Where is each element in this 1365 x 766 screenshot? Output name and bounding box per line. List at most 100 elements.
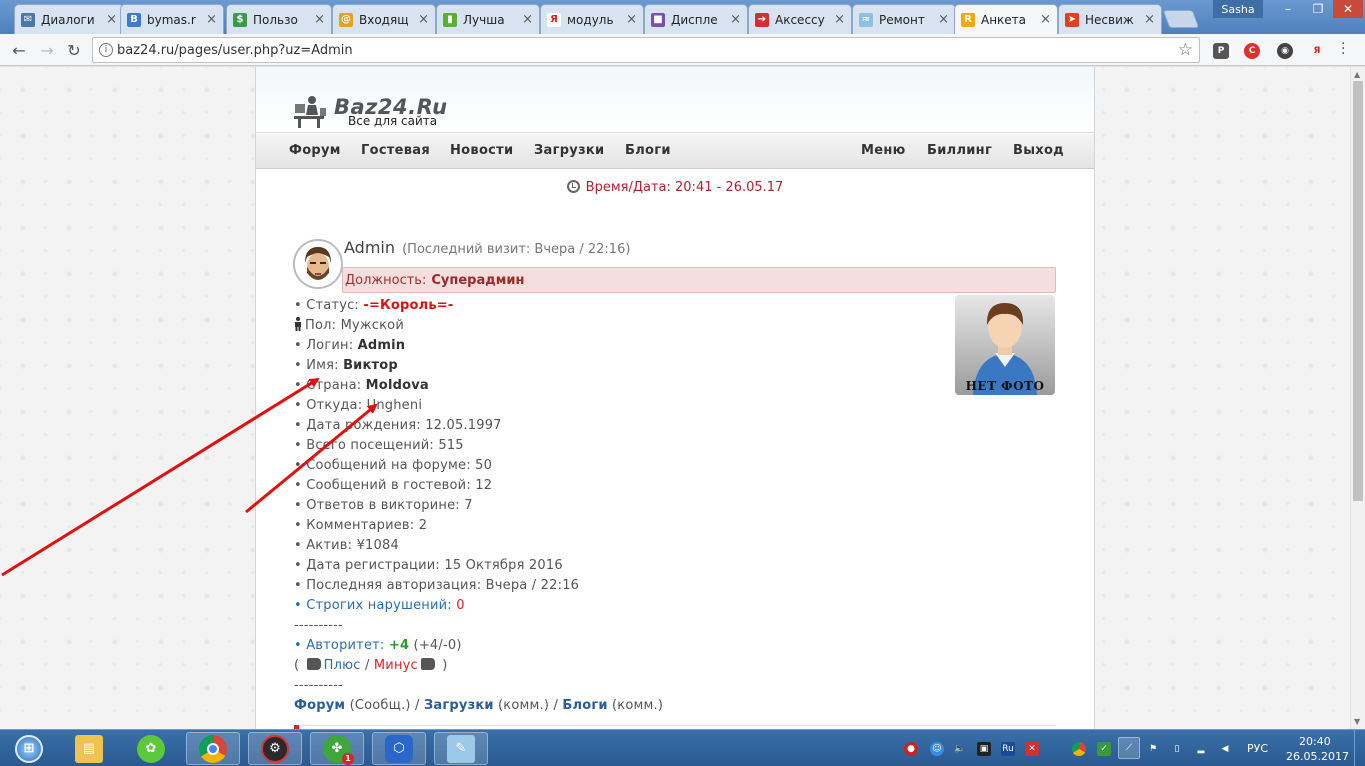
plus-link[interactable]: Плюс <box>324 658 361 673</box>
taskbar-notepad[interactable]: ✎ <box>434 732 488 765</box>
flag-icon[interactable]: ⚑ <box>1146 742 1160 756</box>
downloads-sub: (комм.) <box>498 698 550 713</box>
tray-tool-icon[interactable]: ✕ <box>1025 742 1039 756</box>
tab-dialogs[interactable]: ✉ Диалоги × <box>14 4 124 34</box>
speaker-icon[interactable]: ◀ <box>1218 742 1232 756</box>
downloads-link[interactable]: Загрузки <box>424 698 494 713</box>
tab-users[interactable]: $ Пользо × <box>226 4 332 34</box>
tab-label: Диалоги <box>41 12 95 27</box>
maximize-icon[interactable]: ❐ <box>1303 0 1333 18</box>
logo-icon[interactable] <box>292 94 328 128</box>
tab-repair[interactable]: ≈ Ремонт × <box>852 4 956 34</box>
scroll-down-icon[interactable]: ▼ <box>1354 717 1360 726</box>
close-icon[interactable]: × <box>314 12 325 27</box>
tray-chrome-icon[interactable] <box>1072 742 1086 756</box>
close-icon[interactable]: × <box>626 12 637 27</box>
show-desktop-button[interactable] <box>1354 730 1365 766</box>
taskbar-app-blue[interactable]: ⬡ <box>372 732 426 765</box>
blogs-link[interactable]: Блоги <box>562 698 607 713</box>
extension-p-icon[interactable]: P <box>1213 43 1229 59</box>
tab-bymas[interactable]: B bymas.r × <box>120 4 224 34</box>
new-tab-button[interactable] <box>1162 10 1200 28</box>
thumbs-down-icon[interactable] <box>420 658 435 670</box>
star-icon[interactable]: ☆ <box>1178 40 1193 60</box>
registration-row: • Дата регистрации: 15 Октября 2016 <box>294 556 944 576</box>
window-close-icon[interactable]: ✕ <box>1333 0 1363 18</box>
nav-news[interactable]: Новости <box>450 143 513 158</box>
yen-icon: ¥ <box>356 538 366 553</box>
thumbs-up-icon[interactable] <box>306 658 321 670</box>
start-button[interactable]: ⊞ <box>2 732 56 765</box>
taskbar-app-red[interactable]: ⚙ <box>248 732 302 765</box>
nav-billing[interactable]: Биллинг <box>927 143 992 158</box>
signal-icon[interactable]: ▂ <box>1194 742 1208 756</box>
close-icon[interactable]: × <box>1040 12 1051 27</box>
battery-icon[interactable]: ▯ <box>1170 742 1184 756</box>
visits-value: 515 <box>438 438 464 453</box>
nav-forum[interactable]: Форум <box>289 143 341 158</box>
close-icon[interactable]: × <box>938 12 949 27</box>
close-icon[interactable]: × <box>522 12 533 27</box>
violations-link[interactable]: • Строгих нарушений: <box>294 598 452 613</box>
extension-eye-icon[interactable]: ◉ <box>1277 43 1293 59</box>
url-input[interactable]: i baz24.ru/pages/user.php?uz=Admin ☆ <box>92 37 1200 63</box>
close-icon[interactable]: × <box>206 12 217 27</box>
scroll-up-icon[interactable]: ▲ <box>1354 70 1360 79</box>
close-icon[interactable]: × <box>418 12 429 27</box>
authority-link[interactable]: • Авторитет: <box>294 638 385 653</box>
field-label: • Дата рождения: <box>294 418 421 433</box>
close-icon[interactable]: × <box>1144 12 1155 27</box>
reload-icon[interactable]: ↻ <box>63 40 85 60</box>
nav-blogs[interactable]: Блоги <box>625 143 671 158</box>
arrow-left-icon[interactable]: ← <box>8 40 30 60</box>
nav-downloads[interactable]: Загрузки <box>534 143 604 158</box>
taskbar-icq[interactable]: ✿ <box>124 732 178 765</box>
tray-pen-icon[interactable]: ⟋ <box>1118 737 1140 759</box>
tab-display[interactable]: ■ Диспле × <box>644 4 748 34</box>
minus-link[interactable]: Минус <box>374 658 418 673</box>
nav-menu[interactable]: Меню <box>861 143 906 158</box>
taskbar-explorer[interactable]: ▤ <box>62 732 116 765</box>
tray-red-icon[interactable]: ● <box>904 742 918 756</box>
quiz-answers-value: 7 <box>464 498 473 513</box>
language-indicator[interactable]: РУС <box>1247 742 1268 755</box>
tray-chat-icon[interactable]: ☺ <box>930 742 944 756</box>
gear-red-icon: ⚙ <box>261 734 289 763</box>
close-icon[interactable]: × <box>730 12 741 27</box>
info-icon[interactable]: i <box>99 43 113 57</box>
no-photo-image[interactable]: НЕТ ФОТО <box>955 295 1055 395</box>
from-row: • Откуда: Ungheni <box>294 396 944 416</box>
tray-check-icon[interactable]: ✓ <box>1097 742 1111 756</box>
taskbar-icq-chat[interactable]: ✤ 1 <box>310 732 364 765</box>
tab-inbox[interactable]: @ Входящ × <box>332 4 436 34</box>
tab-profile[interactable]: R Анкета × <box>954 4 1058 34</box>
page-scrollbar[interactable]: ▲ ▼ <box>1350 67 1365 729</box>
r-logo-icon: R <box>961 12 975 27</box>
taskbar-chrome[interactable] <box>186 732 240 765</box>
clock-time[interactable]: 20:40 <box>1299 735 1331 748</box>
field-label: • Сообщений на форуме: <box>294 458 471 473</box>
nav-logout[interactable]: Выход <box>1013 143 1064 158</box>
tab-best[interactable]: ▮ Лучша × <box>436 4 540 34</box>
tab-accessories[interactable]: ➔ Аксессу × <box>748 4 852 34</box>
scrollbar-thumb[interactable] <box>1353 81 1363 501</box>
profile-badge[interactable]: Sasha <box>1213 0 1263 18</box>
minimize-icon[interactable]: – <box>1273 0 1303 18</box>
close-icon[interactable]: × <box>834 12 845 27</box>
tray-ru-icon[interactable]: Ru <box>1001 742 1015 756</box>
extension-shield-icon[interactable]: C <box>1244 43 1260 59</box>
forum-link[interactable]: Форум <box>294 698 345 713</box>
menu-dots-icon[interactable]: · · · <box>1341 37 1347 61</box>
tab-label: Лучша <box>463 12 505 27</box>
yandex-extension-icon[interactable]: Я <box>1309 43 1325 59</box>
tray-monitor-icon[interactable]: ▣ <box>977 742 991 756</box>
avatar[interactable] <box>293 239 343 289</box>
clock-date[interactable]: 26.05.2017 <box>1286 750 1349 763</box>
main-nav: Форум Гостевая Новости Загрузки Блоги Ме… <box>256 134 1094 169</box>
tab-nesvizh[interactable]: ➤ Несвиж × <box>1058 4 1162 34</box>
tab-module[interactable]: Я модуль × <box>540 4 644 34</box>
volume-icon[interactable]: 🔈 <box>953 742 967 756</box>
close-icon[interactable]: × <box>106 12 117 27</box>
nav-guestbook[interactable]: Гостевая <box>361 143 430 158</box>
arrow-right-icon[interactable]: → <box>36 40 58 60</box>
